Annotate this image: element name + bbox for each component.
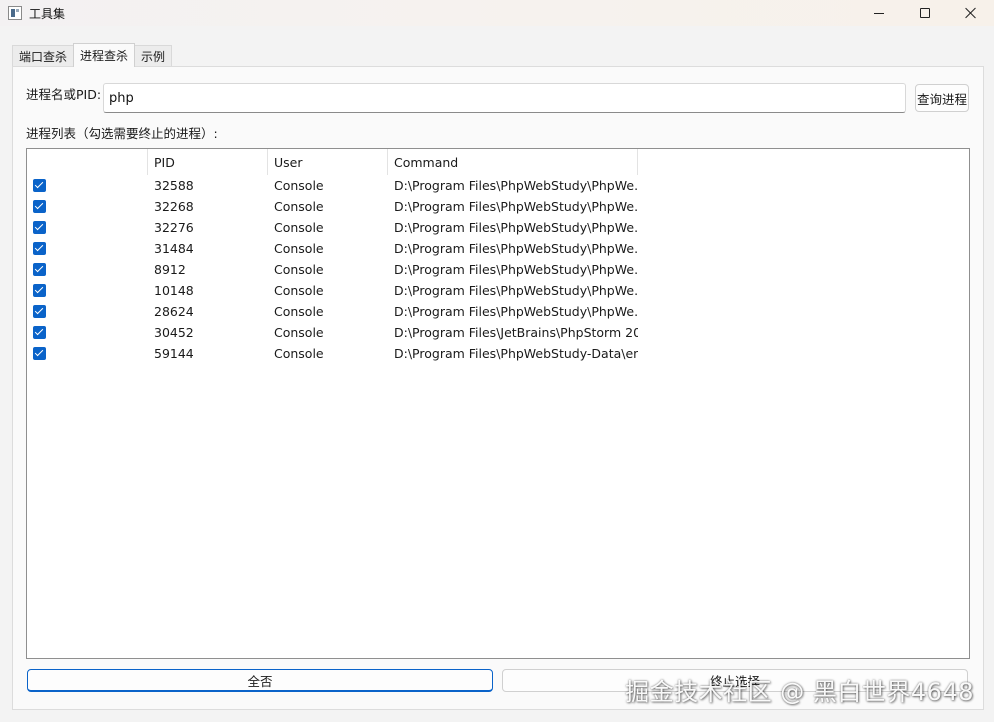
- user-cell: Console: [268, 196, 388, 217]
- tab-bar: 端口查杀 进程查杀 示例: [12, 43, 171, 67]
- row-checkbox-cell[interactable]: [27, 175, 148, 196]
- user-cell: Console: [268, 175, 388, 196]
- process-list-label: 进程列表（勾选需要终止的进程）:: [26, 123, 218, 142]
- checkbox-checked[interactable]: [33, 179, 46, 192]
- checkbox-checked[interactable]: [33, 284, 46, 297]
- user-cell: Console: [268, 322, 388, 343]
- checkbox-checked[interactable]: [33, 305, 46, 318]
- pid-cell: 28624: [148, 301, 268, 322]
- row-checkbox-cell[interactable]: [27, 259, 148, 280]
- maximize-button[interactable]: [902, 0, 948, 26]
- table-row[interactable]: 28624 Console D:\Program Files\PhpWebStu…: [27, 301, 638, 322]
- row-checkbox-cell[interactable]: [27, 196, 148, 217]
- tab-example[interactable]: 示例: [134, 45, 172, 67]
- user-cell: Console: [268, 280, 388, 301]
- pid-cell: 32276: [148, 217, 268, 238]
- pid-cell: 32588: [148, 175, 268, 196]
- row-checkbox-cell[interactable]: [27, 280, 148, 301]
- checkbox-checked[interactable]: [33, 242, 46, 255]
- table-row[interactable]: 32588 Console D:\Program Files\PhpWebStu…: [27, 175, 638, 196]
- maximize-icon: [920, 8, 930, 18]
- pid-cell: 8912: [148, 259, 268, 280]
- pid-cell: 31484: [148, 238, 268, 259]
- process-search-input[interactable]: [103, 83, 906, 113]
- table-row[interactable]: 10148 Console D:\Program Files\PhpWebStu…: [27, 280, 638, 301]
- pid-cell: 59144: [148, 343, 268, 364]
- command-cell: D:\Program Files\PhpWebStudy\PhpWe...: [388, 196, 638, 217]
- close-icon: [965, 7, 977, 19]
- user-cell: Console: [268, 217, 388, 238]
- command-cell: D:\Program Files\PhpWebStudy\PhpWe...: [388, 217, 638, 238]
- command-cell: D:\Program Files\PhpWebStudy\PhpWe...: [388, 280, 638, 301]
- user-cell: Console: [268, 259, 388, 280]
- user-cell: Console: [268, 238, 388, 259]
- table-row[interactable]: 31484 Console D:\Program Files\PhpWebStu…: [27, 238, 638, 259]
- column-header-pid[interactable]: PID: [148, 149, 268, 175]
- title-bar: 工具集: [0, 0, 994, 26]
- column-header-user[interactable]: User: [268, 149, 388, 175]
- command-cell: D:\Program Files\PhpWebStudy-Data\en...: [388, 343, 638, 364]
- row-checkbox-cell[interactable]: [27, 343, 148, 364]
- app-icon: [8, 6, 22, 20]
- pid-cell: 30452: [148, 322, 268, 343]
- user-cell: Console: [268, 343, 388, 364]
- pid-cell: 32268: [148, 196, 268, 217]
- query-process-button[interactable]: 查询进程: [915, 84, 969, 112]
- tab-process-kill[interactable]: 进程查杀: [73, 43, 135, 67]
- user-cell: Console: [268, 301, 388, 322]
- checkbox-checked[interactable]: [33, 326, 46, 339]
- checkbox-checked[interactable]: [33, 200, 46, 213]
- row-checkbox-cell[interactable]: [27, 301, 148, 322]
- window-controls: [856, 0, 994, 26]
- table-row[interactable]: 59144 Console D:\Program Files\PhpWebStu…: [27, 343, 638, 364]
- table-row[interactable]: 30452 Console D:\Program Files\JetBrains…: [27, 322, 638, 343]
- process-table[interactable]: PID User Command 32588 Console D:\Progra…: [26, 148, 970, 659]
- row-checkbox-cell[interactable]: [27, 238, 148, 259]
- column-header-check[interactable]: [27, 149, 148, 175]
- minimize-button[interactable]: [856, 0, 902, 26]
- command-cell: D:\Program Files\PhpWebStudy\PhpWe...: [388, 301, 638, 322]
- table-header: PID User Command: [27, 149, 638, 175]
- close-button[interactable]: [948, 0, 994, 26]
- table-body: 32588 Console D:\Program Files\PhpWebStu…: [27, 175, 638, 364]
- window-title: 工具集: [29, 5, 65, 22]
- row-checkbox-cell[interactable]: [27, 217, 148, 238]
- checkbox-checked[interactable]: [33, 263, 46, 276]
- select-none-button[interactable]: 全否: [27, 669, 493, 692]
- watermark: 掘金技术社区 @ 黑白世界4648: [625, 672, 974, 707]
- table-row[interactable]: 8912 Console D:\Program Files\PhpWebStud…: [27, 259, 638, 280]
- checkbox-checked[interactable]: [33, 347, 46, 360]
- search-label: 进程名或PID:: [26, 84, 101, 103]
- table-row[interactable]: 32268 Console D:\Program Files\PhpWebStu…: [27, 196, 638, 217]
- table-row[interactable]: 32276 Console D:\Program Files\PhpWebStu…: [27, 217, 638, 238]
- command-cell: D:\Program Files\PhpWebStudy\PhpWe...: [388, 238, 638, 259]
- minimize-icon: [874, 13, 884, 14]
- pid-cell: 10148: [148, 280, 268, 301]
- column-header-command[interactable]: Command: [388, 149, 638, 175]
- command-cell: D:\Program Files\PhpWebStudy\PhpWe...: [388, 259, 638, 280]
- tab-port-kill[interactable]: 端口查杀: [12, 45, 74, 67]
- row-checkbox-cell[interactable]: [27, 322, 148, 343]
- checkbox-checked[interactable]: [33, 221, 46, 234]
- command-cell: D:\Program Files\JetBrains\PhpStorm 20..…: [388, 322, 638, 343]
- command-cell: D:\Program Files\PhpWebStudy\PhpWe...: [388, 175, 638, 196]
